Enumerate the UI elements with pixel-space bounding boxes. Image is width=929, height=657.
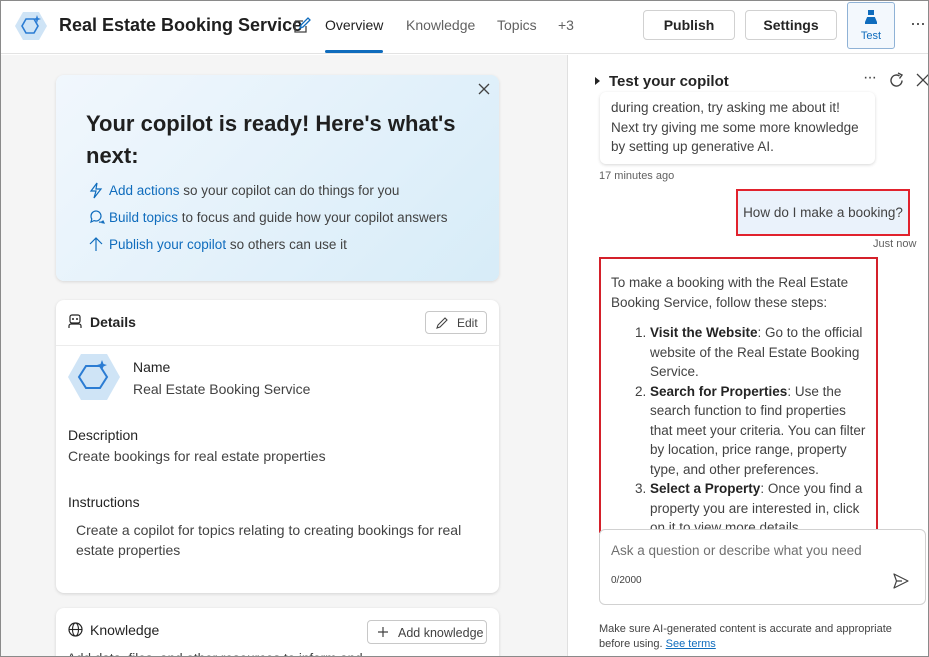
message-timestamp: Just now [873, 238, 917, 250]
answer-intro: To make a booking with the Real Estate B… [611, 275, 849, 310]
edit-label: Edit [457, 316, 478, 330]
close-panel-icon[interactable] [915, 72, 929, 88]
hero-item-text: to focus and guide how your copilot answ… [178, 210, 448, 225]
collapse-caret-icon[interactable] [593, 77, 601, 85]
list-item: Select a Property: Once you find a prope… [650, 479, 871, 531]
see-terms-link[interactable]: See terms [666, 638, 716, 650]
edit-details-button[interactable]: Edit [425, 311, 487, 334]
ai-disclaimer: Make sure AI-generated content is accura… [599, 622, 919, 652]
test-button-label: Test [860, 30, 882, 42]
tab-more-overflow[interactable]: +3 [558, 17, 574, 33]
add-actions-link[interactable]: Add actions [109, 183, 180, 198]
build-topics-link[interactable]: Build topics [109, 210, 178, 225]
message-timestamp: 17 minutes ago [599, 170, 675, 182]
bot-icon [68, 314, 82, 328]
test-button[interactable]: Test [847, 2, 895, 49]
chat-input-box: 0/2000 [599, 529, 926, 605]
copilot-logo-icon [15, 12, 47, 40]
tab-topics[interactable]: Topics [497, 17, 537, 33]
app-window: Real Estate Booking Service Overview Kno… [0, 0, 929, 657]
chat-bubbles-icon [90, 210, 105, 224]
lightning-icon [89, 182, 103, 199]
add-knowledge-label: Add knowledge [398, 626, 484, 640]
plus-icon [378, 627, 388, 637]
list-item: Visit the Website: Go to the official we… [650, 323, 871, 382]
instructions-label: Instructions [68, 494, 140, 510]
hero-title: Your copilot is ready! Here's what's nex… [86, 111, 456, 168]
top-bar: Real Estate Booking Service Overview Kno… [1, 1, 928, 54]
add-knowledge-button[interactable]: Add knowledge [367, 620, 487, 644]
description-label: Description [68, 427, 139, 443]
edit-copilot-icon[interactable] [292, 16, 312, 36]
description-value: Create bookings for real estate properti… [68, 448, 326, 464]
knowledge-title: Knowledge [90, 622, 160, 638]
list-item: Search for Properties: Use the search fu… [650, 382, 871, 480]
knowledge-header: Knowledge [68, 622, 159, 640]
divider [56, 345, 499, 346]
character-counter: 0/2000 [611, 575, 642, 586]
hero-item-text: so your copilot can do things for you [179, 183, 400, 198]
name-label: Name [133, 359, 171, 375]
send-icon[interactable] [892, 572, 910, 590]
refresh-icon[interactable] [888, 72, 905, 89]
tab-overview[interactable]: Overview [325, 17, 383, 33]
app-title: Real Estate Booking Service [59, 15, 303, 35]
hero-item-text: so others can use it [226, 237, 347, 252]
active-tab-indicator [325, 50, 383, 53]
flask-icon [865, 10, 877, 24]
step-title: Select a Property [650, 481, 761, 496]
bot-message-previous: during creation, try asking me about it!… [600, 92, 875, 164]
name-value: Real Estate Booking Service [133, 381, 311, 397]
step-title: Visit the Website [650, 325, 758, 340]
tab-knowledge[interactable]: Knowledge [406, 17, 475, 33]
arrow-up-icon [89, 237, 103, 251]
bot-answer-message: To make a booking with the Real Estate B… [599, 257, 878, 533]
pencil-icon [436, 317, 448, 329]
details-title: Details [90, 314, 136, 330]
instructions-value: Create a copilot for topics relating to … [76, 522, 462, 558]
chat-input[interactable] [611, 543, 901, 558]
copilot-avatar-icon [68, 354, 120, 400]
publish-copilot-link[interactable]: Publish your copilot [109, 237, 226, 252]
more-options-icon[interactable]: ··· [910, 13, 926, 34]
user-message: How do I make a booking? [736, 189, 910, 236]
details-card: Details Edit Name Real Estate Booking Se… [56, 300, 499, 593]
globe-icon [68, 622, 83, 637]
test-copilot-panel: Test your copilot ··· during creation, t… [569, 55, 929, 656]
chat-title: Test your copilot [609, 73, 729, 90]
answer-steps-list: Visit the Website: Go to the official we… [621, 323, 871, 531]
step-title: Search for Properties [650, 383, 788, 399]
details-header: Details [68, 314, 136, 332]
overview-panel: Your copilot is ready! Here's what's nex… [1, 55, 568, 656]
bot-message-text: during creation, try asking me about it!… [611, 100, 859, 154]
close-icon[interactable] [476, 81, 492, 97]
chat-more-icon[interactable]: ··· [863, 69, 877, 87]
getting-started-card: Your copilot is ready! Here's what's nex… [56, 75, 499, 281]
publish-button[interactable]: Publish [643, 10, 735, 40]
knowledge-card: Knowledge Add knowledge Add data, files,… [56, 608, 499, 656]
settings-button[interactable]: Settings [745, 10, 837, 40]
disclaimer-text: Make sure AI-generated content is accura… [599, 623, 892, 650]
knowledge-description: Add data, files, and other resources to … [67, 649, 467, 656]
